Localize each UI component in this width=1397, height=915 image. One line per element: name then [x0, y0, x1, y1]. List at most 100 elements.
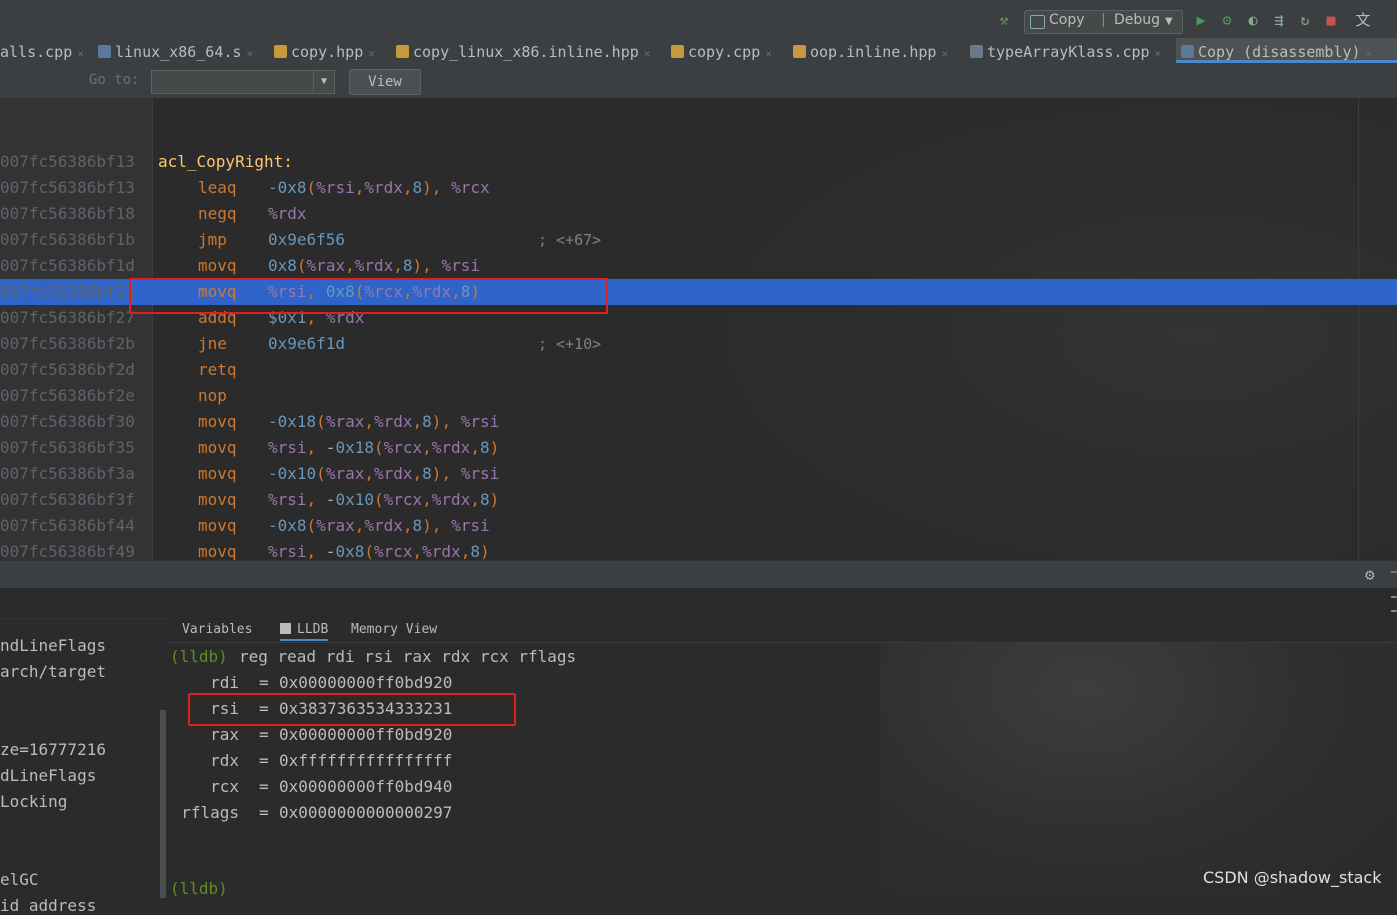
instruction-operands: %rdx [268, 204, 307, 223]
close-icon[interactable]: ✕ [941, 47, 948, 60]
build-hammer-icon[interactable]: ⚒ [996, 12, 1012, 28]
tab-memory-view[interactable]: Memory View [351, 622, 437, 637]
frame-item[interactable]: dLineFlags [0, 766, 96, 785]
frame-item[interactable]: ze=16777216 [0, 740, 106, 759]
function-label: acl_CopyRight: [158, 152, 293, 171]
instruction-comment: ; <+10> [538, 335, 602, 353]
panel-menu-icon[interactable] [1391, 596, 1397, 612]
cpp-file-icon [970, 45, 983, 58]
frames-list[interactable]: ndLineFlags arch/target ze=16777216 dLineFl… [0, 618, 162, 915]
tab-oop-inline-hpp[interactable]: oop.inline.hpp ✕ [793, 38, 948, 66]
instruction-operands: 0x9e6f1d [268, 334, 346, 353]
instruction-operands: -0x10(%rax,%rdx,8), %rsi [268, 464, 500, 483]
close-icon[interactable]: ✕ [77, 47, 84, 60]
instruction-address: 007fc56386bf1b [0, 230, 135, 249]
instruction-mnemonic: movq [198, 542, 237, 561]
tab-alls-cpp[interactable]: alls.cpp ✕ [0, 38, 84, 66]
close-icon[interactable]: ✕ [644, 47, 651, 60]
watermark: CSDN @shadow_stack [1203, 868, 1382, 887]
tab-copy-linux-x86-inline-hpp[interactable]: copy_linux_x86.inline.hpp ✕ [396, 38, 650, 66]
frame-item[interactable]: id address [0, 896, 96, 915]
instruction-mnemonic: movq [198, 256, 237, 275]
run-configuration-select[interactable]: Copy | Debug ▼ [1024, 10, 1183, 34]
run-config-separator: | [1101, 12, 1106, 28]
frame-item[interactable]: ndLineFlags [0, 636, 106, 655]
instruction-address: 007fc56386bf49 [0, 542, 135, 561]
lldb-final-prompt[interactable]: (lldb) [170, 879, 228, 898]
annotation-box-register [188, 693, 516, 726]
close-icon[interactable]: ✕ [368, 47, 375, 60]
instruction-operands: -0x8(%rax,%rdx,8), %rsi [268, 516, 490, 535]
view-button[interactable]: View [349, 69, 421, 95]
tab-lldb[interactable]: LLDB [280, 622, 329, 641]
cpp-file-icon [671, 45, 684, 58]
attach-icon[interactable]: ↻ [1297, 12, 1313, 28]
lldb-prompt: (lldb) [170, 647, 228, 666]
register-equals: = [259, 725, 269, 744]
tab-lldb-label: LLDB [297, 622, 329, 637]
register-equals: = [259, 673, 269, 692]
register-equals: = [259, 777, 269, 796]
close-icon[interactable]: ✕ [765, 47, 772, 60]
instruction-address: 007fc56386bf3f [0, 490, 135, 509]
translate-icon[interactable]: 文 [1355, 12, 1371, 28]
close-icon[interactable]: ✕ [1366, 47, 1373, 60]
register-value: 0x0000000000000297 [279, 803, 453, 822]
tab-variables[interactable]: Variables [182, 622, 252, 637]
close-icon[interactable]: ✕ [1155, 47, 1162, 60]
register-name: rcx [210, 777, 239, 796]
instruction-address: 007fc56386bf13 [0, 152, 135, 171]
instruction-mnemonic: negq [198, 204, 237, 223]
stop-icon[interactable]: ■ [1323, 12, 1339, 28]
frame-item[interactable]: arch/target [0, 662, 106, 681]
panel-splitter[interactable]: ⚙ – [0, 560, 1397, 589]
tab-typearrayklass-cpp[interactable]: typeArrayKlass.cpp ✕ [970, 38, 1161, 66]
goto-address-input[interactable] [151, 70, 335, 94]
editor-right-border [1358, 98, 1359, 560]
frames-scrollbar[interactable] [160, 710, 166, 898]
tab-label: oop.inline.hpp [810, 43, 937, 61]
debug-bug-icon[interactable]: ⚙ [1219, 12, 1235, 28]
assembly-file-icon [98, 45, 111, 58]
tab-label: linux_x86_64.s [115, 43, 242, 61]
header-file-icon [793, 45, 806, 58]
instruction-address: 007fc56386bf3a [0, 464, 135, 483]
instruction-address: 007fc56386bf2d [0, 360, 135, 379]
register-value: 0x00000000ff0bd920 [279, 673, 453, 692]
tab-label: copy.cpp [688, 43, 761, 61]
tab-label: typeArrayKlass.cpp [987, 43, 1150, 61]
tab-copy-disassembly[interactable]: Copy (disassembly) ✕ [1176, 38, 1397, 63]
instruction-address: 007fc56386bf18 [0, 204, 135, 223]
frame-item[interactable]: elGC [0, 870, 39, 889]
tab-label: alls.cpp [0, 43, 73, 61]
register-equals: = [259, 751, 269, 770]
close-icon[interactable]: ✕ [246, 47, 253, 60]
instruction-operands: %rsi, -0x10(%rcx,%rdx,8) [268, 490, 500, 509]
debug-subtabs: Variables LLDB Memory View [168, 618, 1397, 643]
instruction-address: 007fc56386bf44 [0, 516, 135, 535]
debug-panel-header [0, 588, 1397, 619]
header-file-icon [396, 45, 409, 58]
gear-icon[interactable]: ⚙ [1365, 565, 1375, 584]
profile-icon[interactable]: ⇶ [1271, 12, 1287, 28]
chevron-down-icon[interactable]: ▼ [313, 70, 334, 94]
frame-item[interactable]: Locking [0, 792, 67, 811]
coverage-icon[interactable]: ◐ [1245, 12, 1261, 28]
chevron-down-icon: ▼ [1165, 16, 1173, 27]
instruction-address: 007fc56386bf1d [0, 256, 135, 275]
tab-label: copy_linux_x86.inline.hpp [413, 43, 639, 61]
tab-copy-cpp[interactable]: copy.cpp ✕ [671, 38, 772, 66]
minimize-icon[interactable]: – [1391, 564, 1397, 580]
run-icon[interactable]: ▶ [1193, 12, 1209, 28]
goto-bar: Go to: ▼ View [0, 66, 1397, 98]
register-name: rax [210, 725, 239, 744]
instruction-address: 007fc56386bf27 [0, 308, 135, 327]
register-equals: = [259, 803, 269, 822]
instruction-address: 007fc56386bf22 [0, 282, 135, 301]
instruction-comment: ; <+67> [538, 231, 602, 249]
tab-linux-x86-64-s[interactable]: linux_x86_64.s ✕ [98, 38, 253, 66]
instruction-address: 007fc56386bf13 [0, 178, 135, 197]
tab-copy-hpp[interactable]: copy.hpp ✕ [274, 38, 375, 66]
configuration-icon [1030, 15, 1045, 29]
register-name: rdx [210, 751, 239, 770]
